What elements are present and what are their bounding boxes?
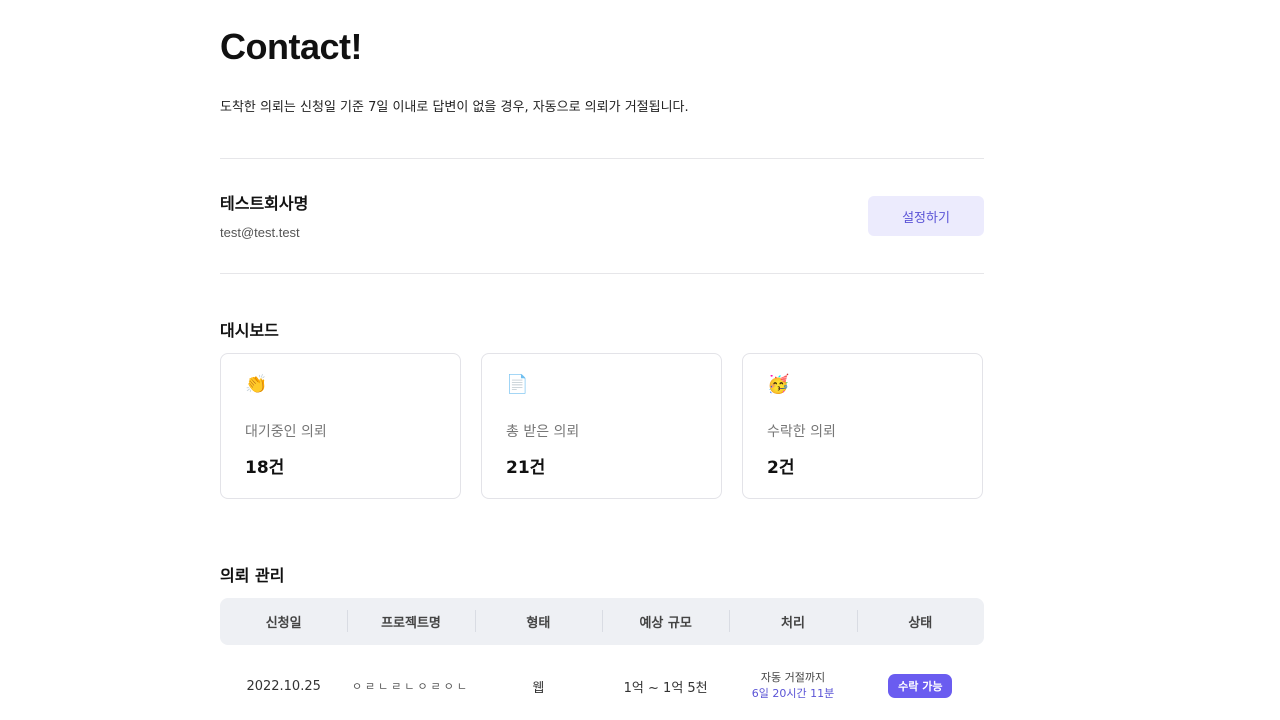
- celebration-face-icon: 🥳: [767, 374, 790, 395]
- card-value: 2건: [767, 458, 795, 478]
- cell-status: 수락 가능: [857, 674, 984, 698]
- company-name: 테스트회사명: [220, 194, 309, 213]
- settings-button[interactable]: 설정하기: [868, 196, 984, 236]
- cell-type: 웹: [532, 680, 545, 696]
- dashboard-title: 대시보드: [220, 321, 279, 340]
- page-subtitle: 도착한 의뢰는 신청일 기준 7일 이내로 답변이 없을 경우, 자동으로 의뢰…: [220, 100, 689, 115]
- cell-budget: 1억 ~ 1억 5천: [623, 680, 708, 696]
- divider: [220, 158, 984, 159]
- table-header: 신청일 프로젝트명 형태 예상 규모 처리 상태: [220, 598, 984, 645]
- column-header-budget: 예상 규모: [601, 610, 729, 632]
- column-header-process: 처리: [729, 610, 856, 632]
- company-email: test@test.test: [220, 225, 300, 240]
- table-row[interactable]: 2022.10.25 ㅇㄹㄴㄹㄴㅇㄹㅇㄴ 웹 1억 ~ 1억 5천 자동 거절까…: [220, 662, 984, 710]
- column-header-project: 프로젝트명: [347, 610, 474, 632]
- card-value: 21건: [506, 458, 546, 478]
- card-label: 대기중인 의뢰: [245, 424, 327, 440]
- column-header-type: 형태: [474, 610, 602, 632]
- auto-reject-label: 자동 거절까지: [760, 671, 826, 684]
- cell-process: 자동 거절까지 6일 20시간 11분: [729, 670, 856, 702]
- total-requests-card: 📄 총 받은 의뢰 21건: [481, 353, 722, 499]
- cell-date: 2022.10.25: [246, 678, 321, 694]
- pending-requests-card: 👏 대기중인 의뢰 18건: [220, 353, 461, 499]
- column-header-date: 신청일: [265, 616, 302, 631]
- request-management-title: 의뢰 관리: [220, 566, 285, 585]
- document-icon: 📄: [506, 374, 529, 395]
- column-header-status: 상태: [856, 610, 984, 632]
- page-title: Contact!: [220, 26, 363, 67]
- divider: [220, 273, 984, 274]
- card-label: 총 받은 의뢰: [506, 424, 580, 440]
- accepted-requests-card: 🥳 수락한 의뢰 2건: [742, 353, 983, 499]
- auto-reject-countdown: 6일 20시간 11분: [751, 687, 835, 700]
- waving-hands-icon: 👏: [245, 374, 268, 395]
- status-badge[interactable]: 수락 가능: [888, 674, 953, 698]
- cell-project: ㅇㄹㄴㄹㄴㅇㄹㅇㄴ: [351, 680, 471, 693]
- card-label: 수락한 의뢰: [767, 424, 836, 440]
- card-value: 18건: [245, 458, 285, 478]
